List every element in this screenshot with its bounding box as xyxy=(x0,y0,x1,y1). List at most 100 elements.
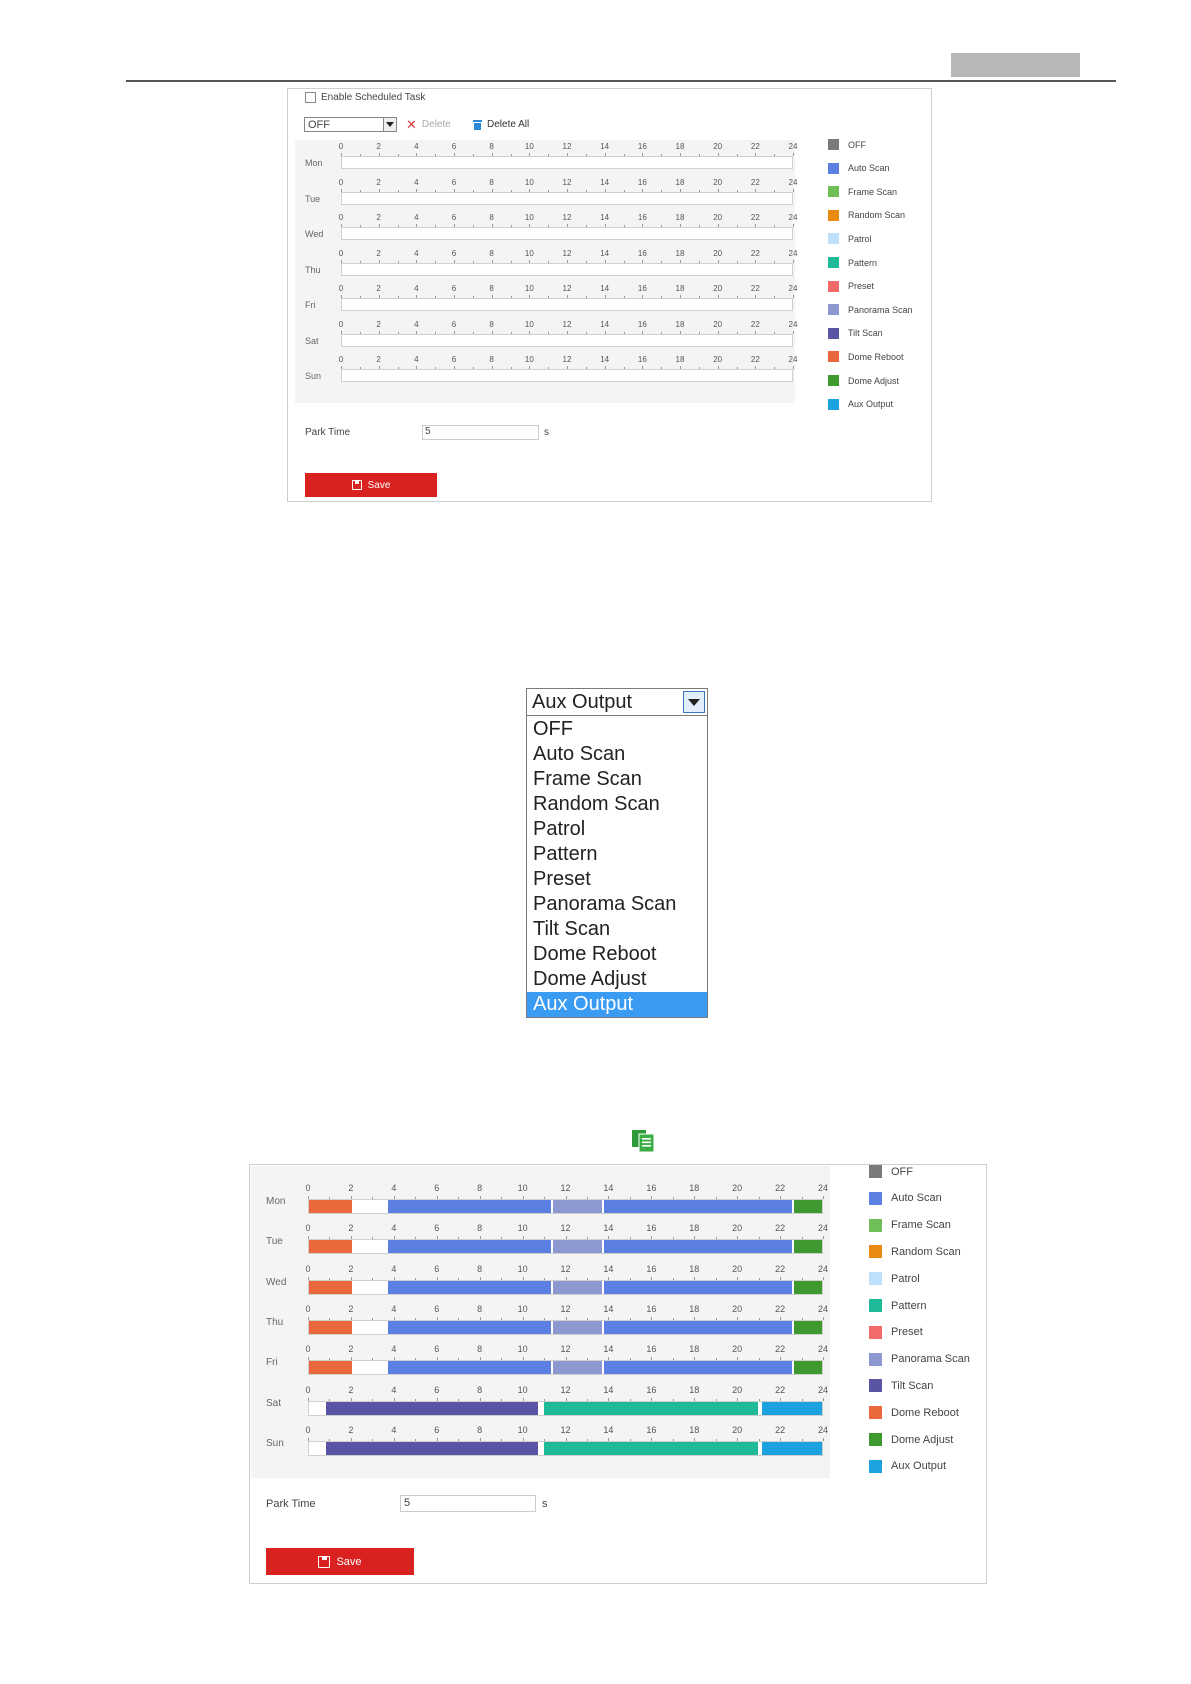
hour-tick-label: 8 xyxy=(489,284,494,293)
dropdown-option-dome-reboot[interactable]: Dome Reboot xyxy=(527,942,707,967)
hour-tick-label: 20 xyxy=(732,1424,743,1435)
day-label: Sun xyxy=(266,1437,284,1449)
chevron-down-icon[interactable] xyxy=(683,691,705,713)
hour-tick-label: 24 xyxy=(817,1424,829,1435)
timeline-bar-thu[interactable] xyxy=(341,262,793,276)
timeline-bar-tue[interactable] xyxy=(341,191,793,205)
hour-tick-label: 18 xyxy=(675,213,685,222)
hour-tick-label: 0 xyxy=(305,1223,311,1234)
park-time-input[interactable]: 5 xyxy=(422,425,539,440)
task-select[interactable]: OFF xyxy=(304,117,397,132)
timeline-bar-fri[interactable] xyxy=(341,298,793,311)
hour-tick-label: 18 xyxy=(675,319,685,329)
enable-checkbox[interactable] xyxy=(305,92,316,103)
hour-tick-label: 12 xyxy=(562,142,572,151)
timeline-bar-sat[interactable] xyxy=(341,333,793,347)
dropdown-option-panorama-scan[interactable]: Panorama Scan xyxy=(527,892,707,917)
hour-tick-label: 22 xyxy=(775,1303,786,1314)
dropdown-option-tilt-scan[interactable]: Tilt Scan xyxy=(527,917,707,942)
hour-tick-label: 18 xyxy=(689,1344,700,1355)
hour-tick-label: 2 xyxy=(376,177,381,187)
legend-label: Dome Adjust xyxy=(891,1433,954,1446)
hour-tick-label: 10 xyxy=(517,1424,528,1435)
hour-ticks: 0 2 4 6 8 10 12 14 16 18 20 22 24 xyxy=(305,1223,828,1234)
legend-item-dome-reboot: Dome Reboot xyxy=(869,1406,959,1420)
legend-label: Patrol xyxy=(891,1272,920,1285)
hour-tick-label: 4 xyxy=(414,142,419,151)
hour-tick-label: 2 xyxy=(376,213,381,222)
day-label: Thu xyxy=(305,264,321,275)
hour-tick-label: 14 xyxy=(603,1263,614,1274)
legend-swatch xyxy=(828,162,839,174)
dropdown-select[interactable]: Aux Output xyxy=(526,688,708,716)
day-row-thu: Thu 0 2 4 6 8 10 12 14 16 18 20 22 24 xyxy=(295,247,797,283)
dropdown-option-off[interactable]: OFF xyxy=(527,717,707,742)
save-button[interactable]: Save xyxy=(266,1548,414,1575)
dropdown-option-patrol[interactable]: Patrol xyxy=(527,817,707,842)
dropdown-option-dome-adjust[interactable]: Dome Adjust xyxy=(527,967,707,992)
day-label: Wed xyxy=(305,229,324,239)
save-button[interactable]: Save xyxy=(305,473,437,497)
hour-tick-label: 12 xyxy=(560,1263,571,1274)
hour-tick-label: 16 xyxy=(646,1263,657,1274)
hour-tick-label: 2 xyxy=(348,1424,354,1435)
hour-tick-label: 16 xyxy=(646,1344,657,1355)
hour-ticks: 0 2 4 6 8 10 12 14 16 18 20 22 24 xyxy=(339,213,798,223)
hour-tick-label: 12 xyxy=(560,1223,571,1234)
hour-tick-label: 20 xyxy=(732,1183,743,1193)
close-icon: ✕ xyxy=(406,116,417,132)
timeline-bar-sun[interactable] xyxy=(341,369,793,382)
legend-label: OFF xyxy=(848,139,866,150)
day-row-fri: Fri 0 2 4 6 8 10 12 14 16 18 20 22 24 xyxy=(251,1327,830,1376)
hour-tick-label: 18 xyxy=(675,284,685,293)
delete-all-button[interactable]: Delete All xyxy=(473,119,529,130)
hour-tick-label: 12 xyxy=(560,1384,571,1395)
timeline-bar-sun[interactable] xyxy=(308,1440,823,1456)
chevron-down-icon[interactable] xyxy=(383,118,396,131)
legend-item-panorama-scan: Panorama Scan xyxy=(828,304,913,316)
hour-tick-label: 18 xyxy=(689,1303,700,1314)
timeline-bar-wed[interactable] xyxy=(341,227,793,240)
legend-swatch xyxy=(828,304,839,316)
hour-tick-label: 24 xyxy=(788,284,798,293)
hour-tick-label: 6 xyxy=(434,1303,440,1314)
hour-tick-label: 2 xyxy=(376,355,381,364)
hour-tick-label: 6 xyxy=(434,1424,440,1435)
dropdown-option-aux-output[interactable]: Aux Output xyxy=(527,992,707,1017)
day-label: Fri xyxy=(305,300,316,310)
hour-tick-label: 12 xyxy=(560,1303,571,1314)
hour-tick-label: 10 xyxy=(517,1223,528,1234)
hour-tick-label: 0 xyxy=(305,1183,311,1193)
dropdown-option-random-scan[interactable]: Random Scan xyxy=(527,792,707,817)
tick-mark xyxy=(823,1276,824,1280)
legend-item-patrol: Patrol xyxy=(828,233,872,245)
hour-tick-label: 8 xyxy=(477,1183,483,1193)
delete-button[interactable]: ✕ Delete xyxy=(406,116,451,132)
enable-scheduled-task[interactable]: Enable Scheduled Task xyxy=(305,92,425,103)
schedule-segment-tilt-scan[interactable] xyxy=(326,1441,538,1455)
hour-tick-label: 20 xyxy=(713,284,723,293)
schedule-segment-pattern[interactable] xyxy=(544,1441,758,1455)
hour-tick-label: 0 xyxy=(305,1344,311,1355)
hour-tick-label: 14 xyxy=(603,1424,614,1435)
legend-swatch xyxy=(869,1325,882,1339)
park-time-input[interactable]: 5 xyxy=(400,1495,536,1512)
hour-tick-label: 6 xyxy=(451,248,457,258)
hour-tick-label: 8 xyxy=(489,355,494,364)
copy-icon[interactable] xyxy=(631,1129,657,1153)
dropdown-option-pattern[interactable]: Pattern xyxy=(527,842,707,867)
dropdown-option-frame-scan[interactable]: Frame Scan xyxy=(527,767,707,792)
hour-tick-label: 20 xyxy=(713,142,723,151)
hour-tick-label: 24 xyxy=(788,177,798,187)
task-type-dropdown[interactable]: Aux Output OFF Auto Scan Frame Scan Random … xyxy=(526,688,708,1018)
hour-ticks: 0 2 4 6 8 10 12 14 16 18 20 22 24 xyxy=(339,177,798,188)
legend-item-dome-reboot: Dome Reboot xyxy=(828,351,904,363)
timeline-bar-mon[interactable] xyxy=(341,156,793,169)
hour-tick-label: 8 xyxy=(477,1303,483,1314)
dropdown-option-preset[interactable]: Preset xyxy=(527,867,707,892)
header-rule xyxy=(126,80,1116,82)
dropdown-option-auto-scan[interactable]: Auto Scan xyxy=(527,742,707,767)
hour-tick-label: 14 xyxy=(603,1223,614,1234)
day-label: Sat xyxy=(305,335,319,346)
schedule-segment-aux-output[interactable] xyxy=(762,1441,822,1455)
